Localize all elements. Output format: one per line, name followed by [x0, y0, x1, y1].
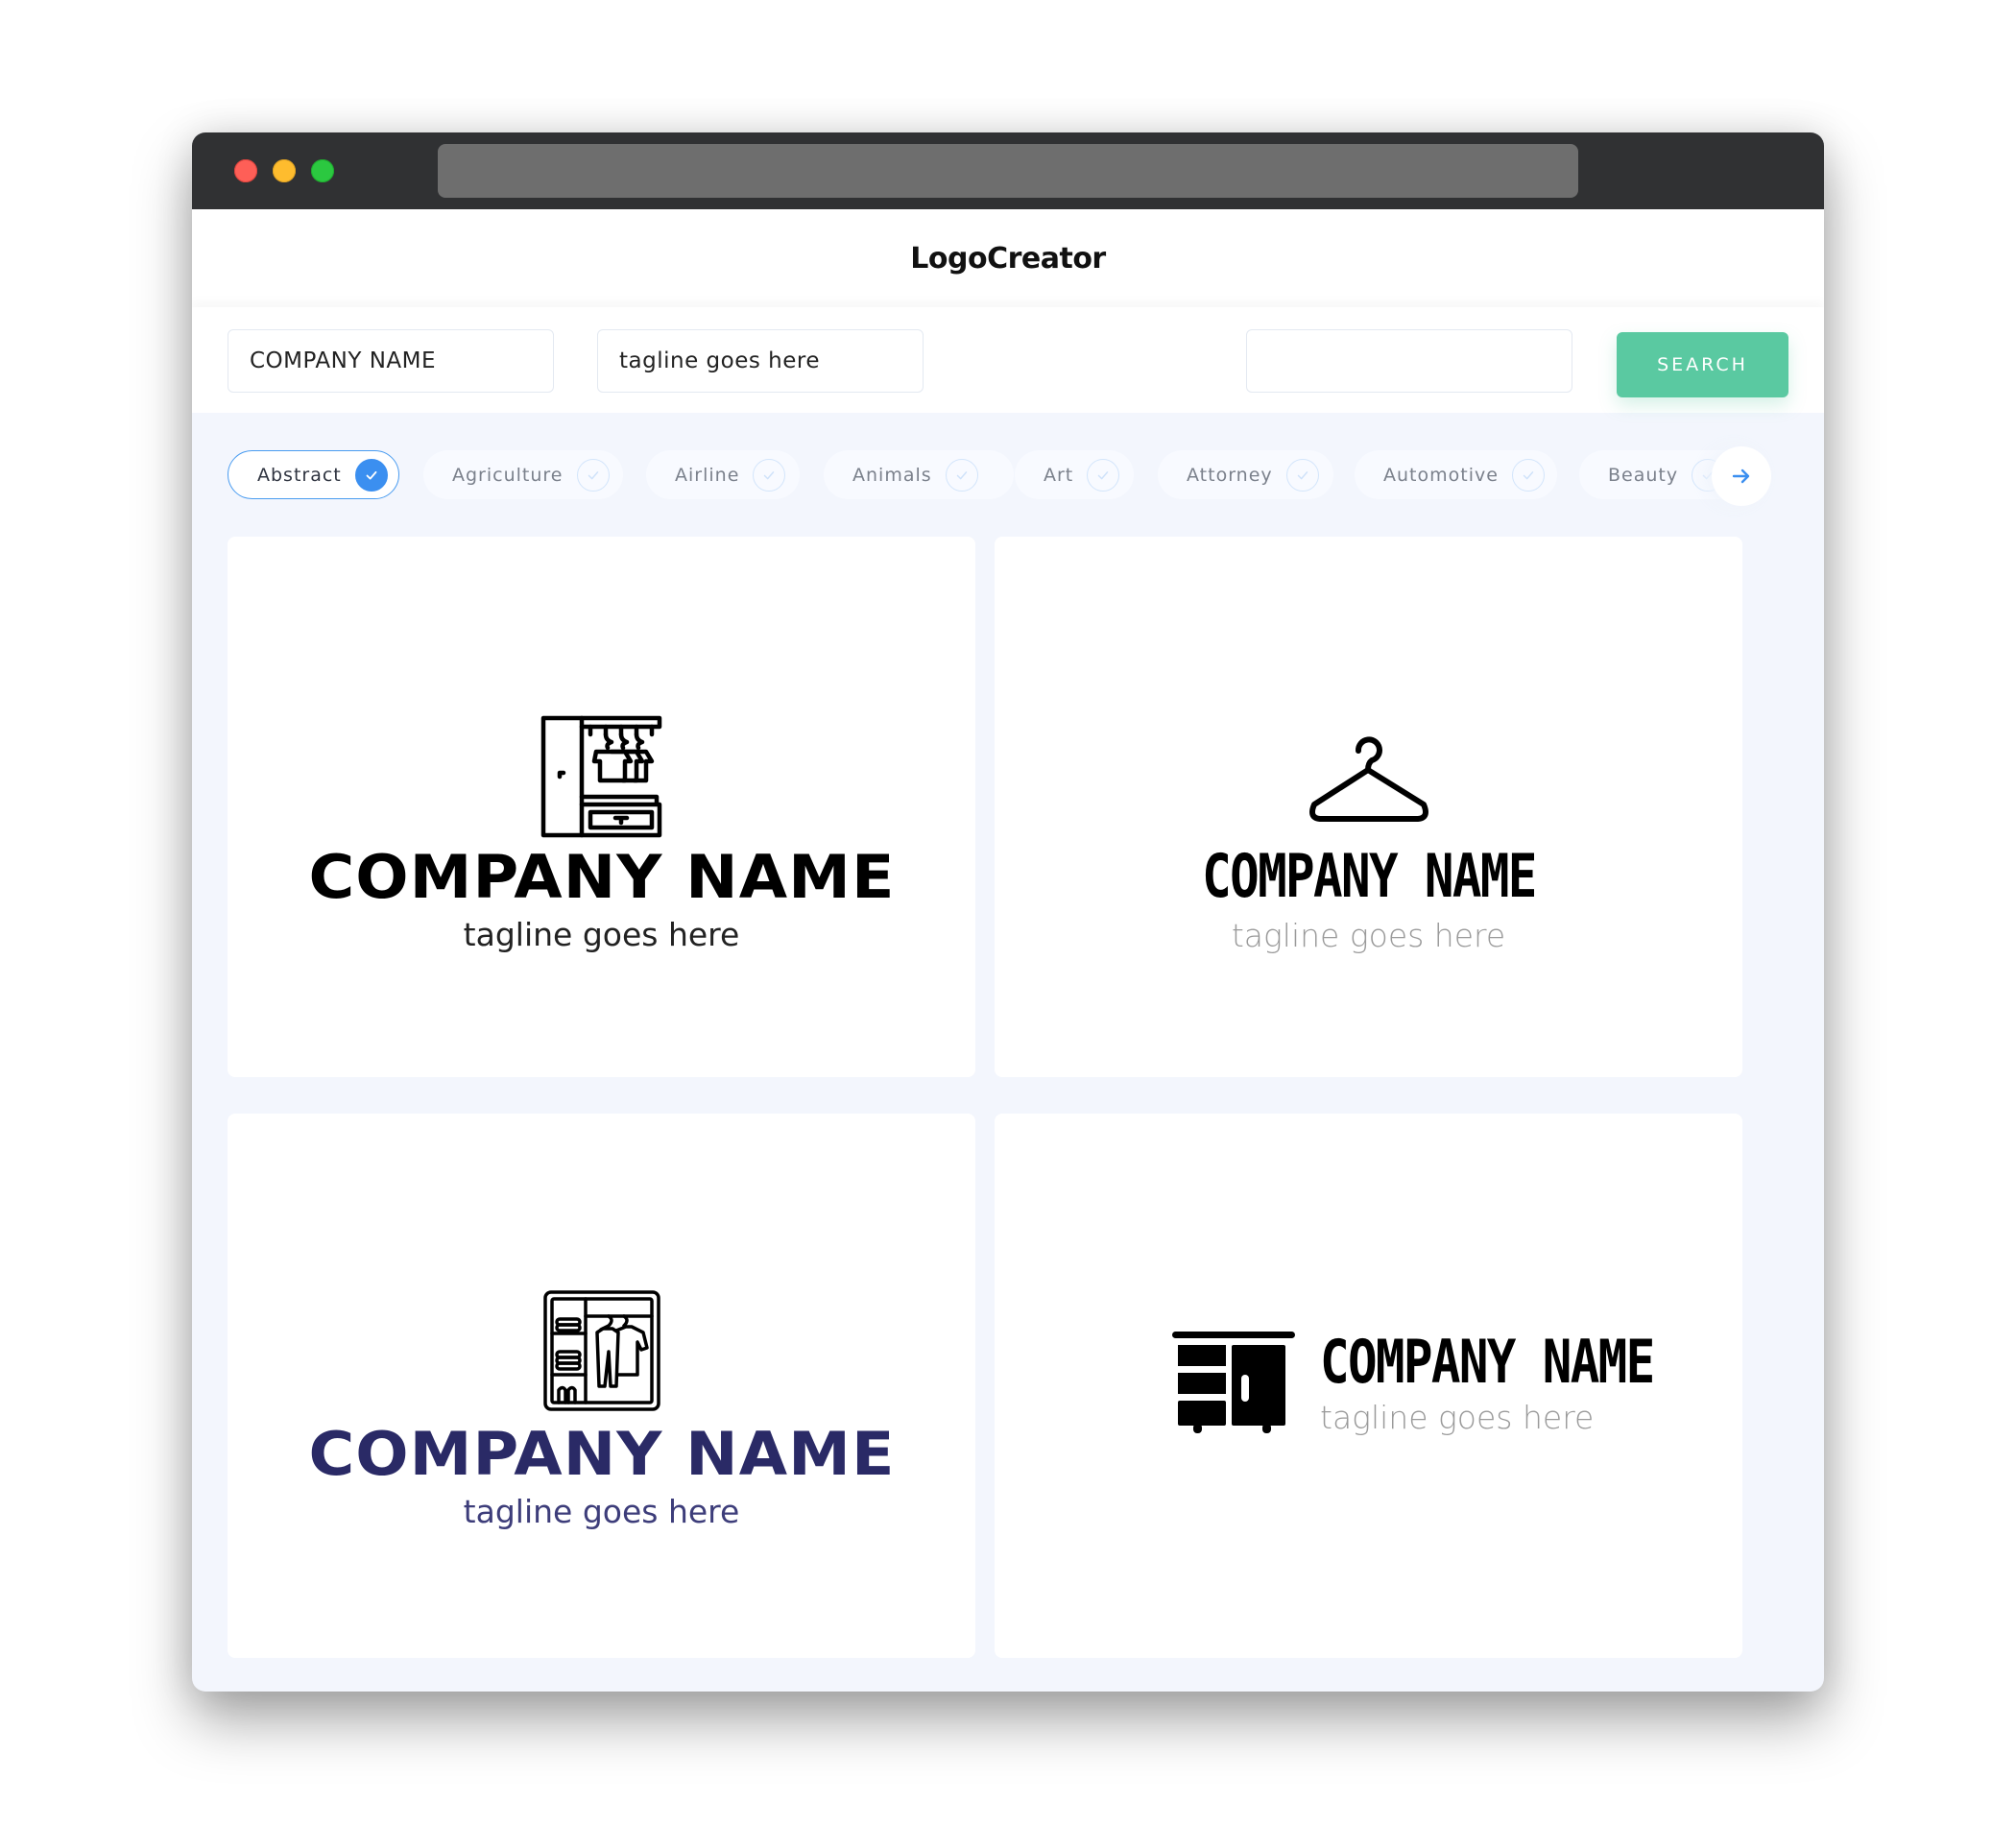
logo-company-name: COMPANY NAME — [1320, 1326, 1655, 1397]
logo-tagline: tagline goes here — [1320, 1398, 1595, 1436]
app-header: LogoCreator — [192, 209, 1824, 307]
category-label: Art — [1044, 464, 1074, 486]
arrow-right-icon — [1732, 468, 1750, 484]
wardrobe-with-shirts-icon — [540, 715, 661, 838]
search-bar: SEARCH — [192, 307, 1824, 413]
category-chip-animals[interactable]: Animals — [824, 450, 1014, 499]
category-label: Beauty — [1608, 464, 1679, 486]
search-button[interactable]: SEARCH — [1617, 332, 1788, 397]
category-label: Automotive — [1383, 464, 1499, 486]
keyword-search-input[interactable] — [1246, 329, 1572, 393]
window-titlebar — [192, 132, 1824, 209]
check-icon — [1511, 458, 1545, 492]
logo-card[interactable]: COMPANY NAME tagline goes here — [995, 1114, 1742, 1658]
category-chip-art[interactable]: Art — [1015, 450, 1134, 499]
logo-tagline: tagline goes here — [463, 916, 740, 953]
logo-card[interactable]: COMPANY NAME tagline goes here — [228, 537, 975, 1077]
app-logo-title[interactable]: LogoCreator — [910, 242, 1106, 276]
check-icon — [1285, 458, 1319, 492]
cabinet-drawers-icon — [1172, 1332, 1295, 1433]
category-chip-agriculture[interactable]: Agriculture — [423, 450, 623, 499]
logo-company-name: COMPANY NAME — [1201, 841, 1537, 911]
category-chip-attorney[interactable]: Attorney — [1158, 450, 1333, 499]
logo-card[interactable]: COMPANY NAME tagline goes here — [995, 537, 1742, 1077]
logo-card[interactable]: COMPANY NAME tagline goes here — [228, 1114, 975, 1658]
address-bar[interactable] — [438, 144, 1578, 198]
minimize-window-button[interactable] — [273, 159, 296, 182]
check-icon — [1087, 458, 1120, 492]
check-icon — [945, 458, 978, 492]
logo-company-name: COMPANY NAME — [307, 1419, 896, 1489]
company-name-input[interactable] — [228, 329, 554, 393]
category-filter-bar: Abstract Agriculture Airline Animals Art… — [192, 413, 1824, 520]
category-label: Agriculture — [452, 464, 564, 486]
category-label: Attorney — [1187, 464, 1273, 486]
browser-window: LogoCreator SEARCH Abstract Agriculture … — [192, 132, 1824, 1692]
category-chip-abstract[interactable]: Abstract — [228, 450, 399, 499]
logo-company-name: COMPANY NAME — [307, 842, 896, 912]
check-icon — [354, 458, 388, 492]
open-closet-icon — [542, 1290, 660, 1411]
check-icon — [753, 458, 786, 492]
category-label: Airline — [675, 464, 740, 486]
category-label: Abstract — [257, 464, 342, 486]
check-icon — [576, 458, 610, 492]
close-window-button[interactable] — [234, 159, 257, 182]
maximize-window-button[interactable] — [311, 159, 334, 182]
category-chip-airline[interactable]: Airline — [646, 450, 800, 499]
category-chip-automotive[interactable]: Automotive — [1355, 450, 1557, 499]
category-label: Animals — [852, 464, 932, 486]
logo-tagline: tagline goes here — [1231, 917, 1506, 954]
logo-tagline: tagline goes here — [463, 1493, 740, 1530]
clothes-hanger-icon — [1308, 736, 1428, 822]
tagline-input[interactable] — [597, 329, 924, 393]
scroll-categories-right-button[interactable] — [1712, 446, 1771, 506]
